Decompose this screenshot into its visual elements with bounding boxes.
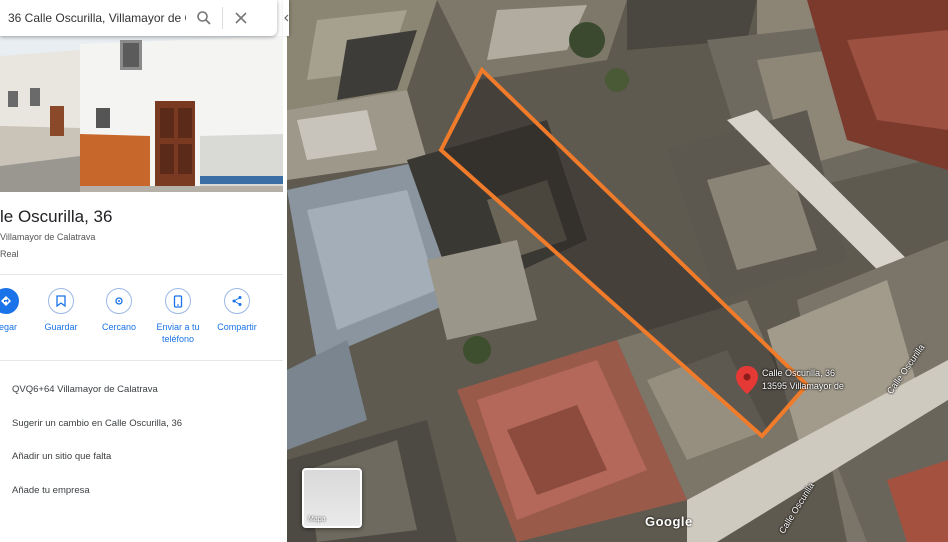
google-logo: Google — [645, 514, 693, 529]
send-to-phone-label: Enviar a tu teléfono — [156, 322, 200, 344]
place-address: Villamayor de Calatrava — [0, 232, 96, 242]
nearby-button[interactable]: Cercano — [89, 284, 149, 333]
share-button[interactable]: Compartir — [207, 284, 267, 333]
chevron-left-icon — [283, 14, 288, 22]
share-label: Compartir — [217, 322, 257, 332]
satellite-map[interactable]: Calle Oscurilla, 36 13595 Villamayor de … — [287, 0, 948, 542]
divider — [0, 360, 283, 361]
add-business-row[interactable]: Añade tu empresa — [12, 485, 90, 496]
search-input[interactable] — [0, 3, 186, 33]
search-bar — [0, 0, 277, 36]
directions-icon — [0, 288, 19, 314]
collapse-panel-button[interactable] — [283, 0, 289, 36]
maps-window: le Oscurilla, 36 Villamayor de Calatrava… — [0, 0, 948, 542]
save-label: Guardar — [44, 322, 78, 332]
place-panel: le Oscurilla, 36 Villamayor de Calatrava… — [0, 0, 283, 542]
nearby-icon — [106, 288, 132, 314]
send-to-phone-button[interactable]: Enviar a tu teléfono — [148, 284, 208, 345]
save-button[interactable]: Guardar — [31, 284, 91, 333]
plus-code-row[interactable]: QVQ6+64 Villamayor de Calatrava — [12, 384, 158, 395]
search-button[interactable] — [186, 0, 222, 36]
share-icon — [224, 288, 250, 314]
phone-icon — [165, 288, 191, 314]
place-title: le Oscurilla, 36 — [0, 207, 113, 226]
pin-label-line1: Calle Oscurilla, 36 — [762, 368, 836, 378]
action-buttons: llegar Guardar Cercano Enviar a tu teléf… — [0, 284, 283, 356]
nearby-label: Cercano — [101, 322, 137, 332]
place-region: Real — [0, 249, 19, 259]
search-icon — [197, 11, 211, 25]
layer-label: Mapa — [308, 516, 326, 523]
place-photo[interactable] — [0, 36, 283, 192]
satellite-imagery — [287, 0, 948, 542]
close-button[interactable] — [223, 0, 259, 36]
close-icon — [235, 12, 247, 24]
map-layer-button[interactable]: Mapa — [302, 468, 362, 528]
add-missing-place-row[interactable]: Añadir un sitio que falta — [12, 451, 111, 462]
street-view-image — [0, 36, 283, 192]
suggest-edit-row[interactable]: Sugerir un cambio en Calle Oscurilla, 36 — [12, 418, 182, 429]
bookmark-icon — [48, 288, 74, 314]
divider — [0, 274, 283, 275]
pin-label-line2: 13595 Villamayor de — [762, 381, 844, 391]
